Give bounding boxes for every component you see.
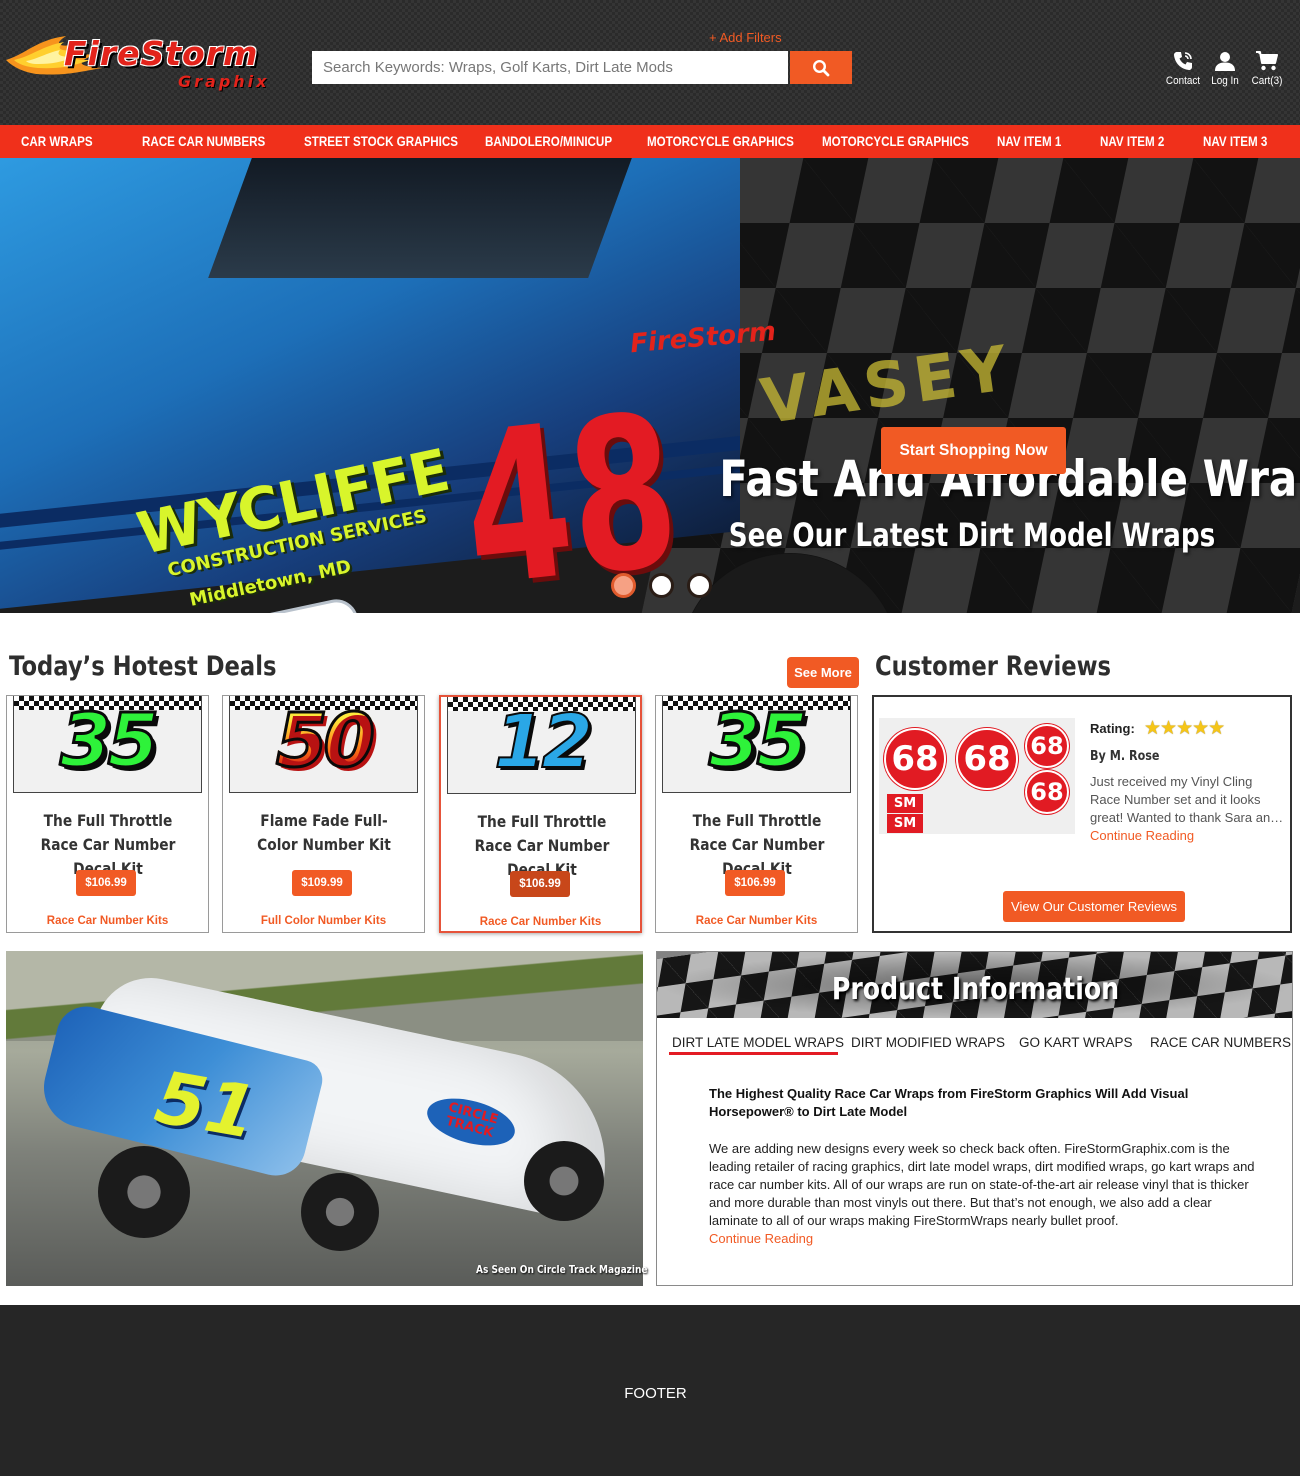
product-number-graphic: 35 bbox=[708, 698, 810, 784]
carousel-dot-1[interactable] bbox=[611, 573, 636, 598]
review-product-image: 68 68 68 68 SM SM bbox=[879, 718, 1075, 834]
logo-subtitle: Graphix bbox=[178, 72, 270, 91]
start-shopping-button[interactable]: Start Shopping Now bbox=[881, 427, 1066, 474]
product-card[interactable]: 50 Flame Fade Full-Color Number Kit $109… bbox=[222, 695, 425, 933]
user-icon bbox=[1215, 52, 1235, 71]
contact-link[interactable]: Contact bbox=[1161, 50, 1205, 87]
sm-decal: SM bbox=[887, 814, 923, 833]
product-info-heading: The Highest Quality Race Car Wraps from … bbox=[709, 1086, 1189, 1119]
nav-motorcycle-graphics-2[interactable]: MOTORCYCLE GRAPHICS bbox=[822, 125, 969, 158]
number-decal: 68 bbox=[1025, 724, 1069, 768]
site-header: FireStorm Graphix + Add Filters Contact … bbox=[0, 0, 1300, 125]
main-nav: CAR WRAPS RACE CAR NUMBERS STREET STOCK … bbox=[0, 125, 1300, 158]
cart-link[interactable]: Cart(3) bbox=[1245, 50, 1289, 87]
deals-title: Today’s Hotest Deals bbox=[9, 651, 277, 682]
number-decal: 68 bbox=[884, 728, 946, 790]
product-category-link[interactable]: Race Car Number Kits bbox=[7, 915, 208, 927]
product-image: 35 bbox=[662, 696, 851, 793]
nav-street-stock-graphics[interactable]: STREET STOCK GRAPHICS bbox=[304, 125, 458, 158]
product-number-graphic: 35 bbox=[59, 698, 161, 784]
carousel-dot-3[interactable] bbox=[687, 573, 712, 598]
product-number-graphic: 12 bbox=[493, 699, 594, 785]
active-tab-indicator bbox=[669, 1052, 838, 1055]
product-image: 50 bbox=[229, 696, 418, 793]
product-price-button[interactable]: $109.99 bbox=[292, 870, 352, 896]
review-text: Just received my Vinyl Cling Race Number… bbox=[1090, 773, 1286, 845]
login-link[interactable]: Log In bbox=[1203, 50, 1247, 87]
featured-car-image: 51 CIRCLE TRACK bbox=[6, 951, 643, 1286]
firestorm-logo[interactable]: FireStorm Graphix bbox=[6, 26, 296, 92]
checkered-banner: Product Information bbox=[657, 952, 1292, 1018]
nav-item-3[interactable]: NAV ITEM 3 bbox=[1203, 125, 1267, 158]
product-image: 35 bbox=[13, 696, 202, 793]
product-category-link[interactable]: Race Car Number Kits bbox=[441, 916, 640, 928]
nav-race-car-numbers[interactable]: RACE CAR NUMBERS bbox=[142, 125, 265, 158]
logo-wordmark: FireStorm bbox=[64, 34, 259, 73]
contact-label: Contact bbox=[1165, 75, 1201, 87]
rating-stars-icon: ★★★★★ bbox=[1144, 718, 1225, 739]
product-price-button[interactable]: $106.99 bbox=[510, 871, 570, 897]
number-decal: 68 bbox=[1025, 770, 1069, 814]
footer-label: FOOTER bbox=[624, 1385, 687, 1402]
nav-item-1[interactable]: NAV ITEM 1 bbox=[997, 125, 1061, 158]
product-information-panel: Product Information DIRT LATE MODEL WRAP… bbox=[656, 951, 1293, 1286]
see-more-button[interactable]: See More bbox=[787, 657, 859, 688]
review-excerpt: Just received my Vinyl Cling Race Number… bbox=[1090, 774, 1284, 825]
search-button[interactable] bbox=[790, 51, 852, 84]
product-info-title: Product Information bbox=[831, 972, 1120, 1007]
nav-item-2[interactable]: NAV ITEM 2 bbox=[1100, 125, 1164, 158]
product-title[interactable]: Flame Fade Full-Color Number Kit bbox=[241, 809, 408, 857]
car-wheel bbox=[301, 1173, 379, 1251]
product-info-continue-link[interactable]: Continue Reading bbox=[709, 1231, 813, 1246]
product-category-link[interactable]: Race Car Number Kits bbox=[656, 915, 857, 927]
product-info-body: We are adding new designs every week so … bbox=[709, 1141, 1255, 1228]
tab-race-car-numbers[interactable]: RACE CAR NUMBERS bbox=[1150, 1035, 1291, 1050]
nav-bandolero-minicup[interactable]: BANDOLERO/MINICUP bbox=[485, 125, 612, 158]
product-card[interactable]: 35 The Full Throttle Race Car Number Dec… bbox=[6, 695, 209, 933]
product-number-graphic: 50 bbox=[230, 703, 417, 780]
site-footer: FOOTER bbox=[0, 1305, 1300, 1476]
reviews-title: Customer Reviews bbox=[875, 651, 1112, 682]
nav-motorcycle-graphics[interactable]: MOTORCYCLE GRAPHICS bbox=[647, 125, 794, 158]
cart-icon bbox=[1256, 51, 1278, 71]
hero-banner: FireStorm VASEY WYCLIFFE CONSTRUCTION SE… bbox=[0, 158, 1300, 613]
tab-dirt-late-model-wraps[interactable]: DIRT LATE MODEL WRAPS bbox=[672, 1035, 844, 1050]
nav-car-wraps[interactable]: CAR WRAPS bbox=[21, 125, 93, 158]
tab-go-kart-wraps[interactable]: GO KART WRAPS bbox=[1019, 1035, 1133, 1050]
review-author: By M. Rose bbox=[1090, 749, 1160, 764]
product-card-highlighted[interactable]: 12 The Full Throttle Race Car Number Dec… bbox=[439, 695, 642, 933]
product-image: 12 bbox=[447, 697, 636, 794]
alpha-decal-text: alpha bbox=[230, 608, 368, 613]
hero-subtitle: See Our Latest Dirt Model Wraps bbox=[728, 516, 1216, 554]
carousel-dot-2[interactable] bbox=[649, 573, 674, 598]
review-continue-link[interactable]: Continue Reading bbox=[1090, 828, 1194, 843]
view-reviews-button[interactable]: View Our Customer Reviews bbox=[1003, 891, 1185, 922]
search-icon bbox=[812, 59, 830, 76]
hero-driver-window bbox=[208, 158, 632, 278]
tab-dirt-modified-wraps[interactable]: DIRT MODIFIED WRAPS bbox=[851, 1035, 1005, 1050]
image-caption: As Seen On Circle Track Magazine bbox=[476, 1263, 648, 1276]
product-price-button[interactable]: $106.99 bbox=[725, 870, 785, 896]
rating-label: Rating: bbox=[1090, 721, 1135, 736]
car-number: 51 bbox=[149, 1054, 263, 1156]
cart-label: Cart(3) bbox=[1251, 75, 1283, 87]
product-category-link[interactable]: Full Color Number Kits bbox=[223, 915, 424, 927]
sm-decal: SM bbox=[887, 794, 923, 813]
phone-icon bbox=[1174, 52, 1192, 70]
login-label: Log In bbox=[1211, 75, 1239, 87]
customer-reviews-panel: 68 68 68 68 SM SM Rating: ★★★★★ By M. Ro… bbox=[872, 695, 1292, 933]
car-wheel bbox=[524, 1141, 604, 1221]
search-input[interactable] bbox=[312, 51, 788, 84]
number-decal: 68 bbox=[956, 728, 1018, 790]
product-card[interactable]: 35 The Full Throttle Race Car Number Dec… bbox=[655, 695, 858, 933]
car-wheel bbox=[98, 1146, 190, 1238]
product-price-button[interactable]: $106.99 bbox=[76, 870, 136, 896]
add-filters-link[interactable]: + Add Filters bbox=[709, 30, 782, 45]
